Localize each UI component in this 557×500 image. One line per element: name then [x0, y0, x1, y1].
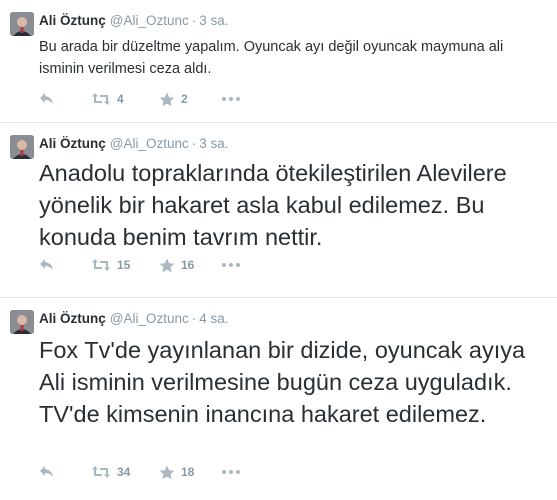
star-icon	[159, 465, 175, 480]
retweet-count: 15	[117, 258, 131, 272]
reply-icon	[39, 92, 55, 106]
favorite-count: 16	[181, 258, 195, 272]
reply-button[interactable]	[39, 258, 91, 272]
tweet-text: Fox Tv'de yayınlanan bir dizide, oyuncak…	[39, 337, 526, 427]
separator: ·	[191, 136, 197, 151]
separator: ·	[191, 13, 197, 28]
avatar[interactable]	[10, 12, 34, 36]
retweet-icon	[91, 92, 111, 106]
more-icon	[221, 262, 241, 268]
reply-icon	[39, 258, 55, 272]
author-name[interactable]: Ali Öztunç	[39, 136, 106, 151]
retweet-button[interactable]: 4	[91, 92, 159, 106]
tweet-time[interactable]: 3 sa.	[199, 136, 228, 151]
tweet-feed: Ali Öztunç @Ali_Oztunc · 3 sa. Bu arada bir…	[0, 0, 557, 500]
avatar[interactable]	[10, 135, 34, 159]
more-icon	[221, 96, 241, 102]
favorite-button[interactable]: 16	[159, 258, 221, 273]
author-username[interactable]: @Ali_Oztunc	[110, 136, 189, 151]
tweet[interactable]: Ali Öztunç @Ali_Oztunc · 4 sa. Fox Tv'de ya…	[0, 298, 557, 500]
favorite-button[interactable]: 2	[159, 92, 221, 107]
retweet-count: 34	[117, 465, 131, 479]
author-name[interactable]: Ali Öztunç	[39, 13, 106, 28]
tweet-text: Anadolu topraklarında ötekileştirilen Al…	[39, 160, 507, 250]
favorite-count: 2	[181, 92, 188, 106]
retweet-button[interactable]: 34	[91, 465, 159, 479]
favorite-count: 18	[181, 465, 195, 479]
reply-button[interactable]	[39, 465, 91, 479]
more-button[interactable]	[221, 262, 241, 268]
more-icon	[221, 469, 241, 475]
tweet-time[interactable]: 3 sa.	[199, 13, 228, 28]
star-icon	[159, 258, 175, 273]
reply-button[interactable]	[39, 92, 91, 106]
retweet-icon	[91, 258, 111, 272]
favorite-button[interactable]: 18	[159, 465, 221, 480]
avatar[interactable]	[10, 310, 34, 334]
reply-icon	[39, 465, 55, 479]
tweet-header: Ali Öztunç @Ali_Oztunc · 4 sa.	[39, 310, 229, 328]
retweet-icon	[91, 465, 111, 479]
tweet-actions: 15 16	[39, 255, 241, 275]
tweet-text: Bu arada bir düzeltme yapalım. Oyuncak a…	[39, 39, 504, 77]
separator: ·	[191, 311, 197, 326]
more-button[interactable]	[221, 96, 241, 102]
retweet-button[interactable]: 15	[91, 258, 159, 272]
tweet[interactable]: Ali Öztunç @Ali_Oztunc · 3 sa. Anadolu topr…	[0, 123, 557, 298]
tweet-header: Ali Öztunç @Ali_Oztunc · 3 sa.	[39, 135, 229, 153]
author-name[interactable]: Ali Öztunç	[39, 311, 106, 326]
tweet-actions: 4 2	[39, 89, 241, 109]
author-username[interactable]: @Ali_Oztunc	[110, 13, 189, 28]
tweet-actions: 34 18	[39, 462, 241, 482]
tweet-header: Ali Öztunç @Ali_Oztunc · 3 sa.	[39, 12, 229, 30]
star-icon	[159, 92, 175, 107]
more-button[interactable]	[221, 469, 241, 475]
author-username[interactable]: @Ali_Oztunc	[110, 311, 189, 326]
tweet[interactable]: Ali Öztunç @Ali_Oztunc · 3 sa. Bu arada bir…	[0, 0, 557, 123]
tweet-time[interactable]: 4 sa.	[199, 311, 228, 326]
retweet-count: 4	[117, 92, 124, 106]
